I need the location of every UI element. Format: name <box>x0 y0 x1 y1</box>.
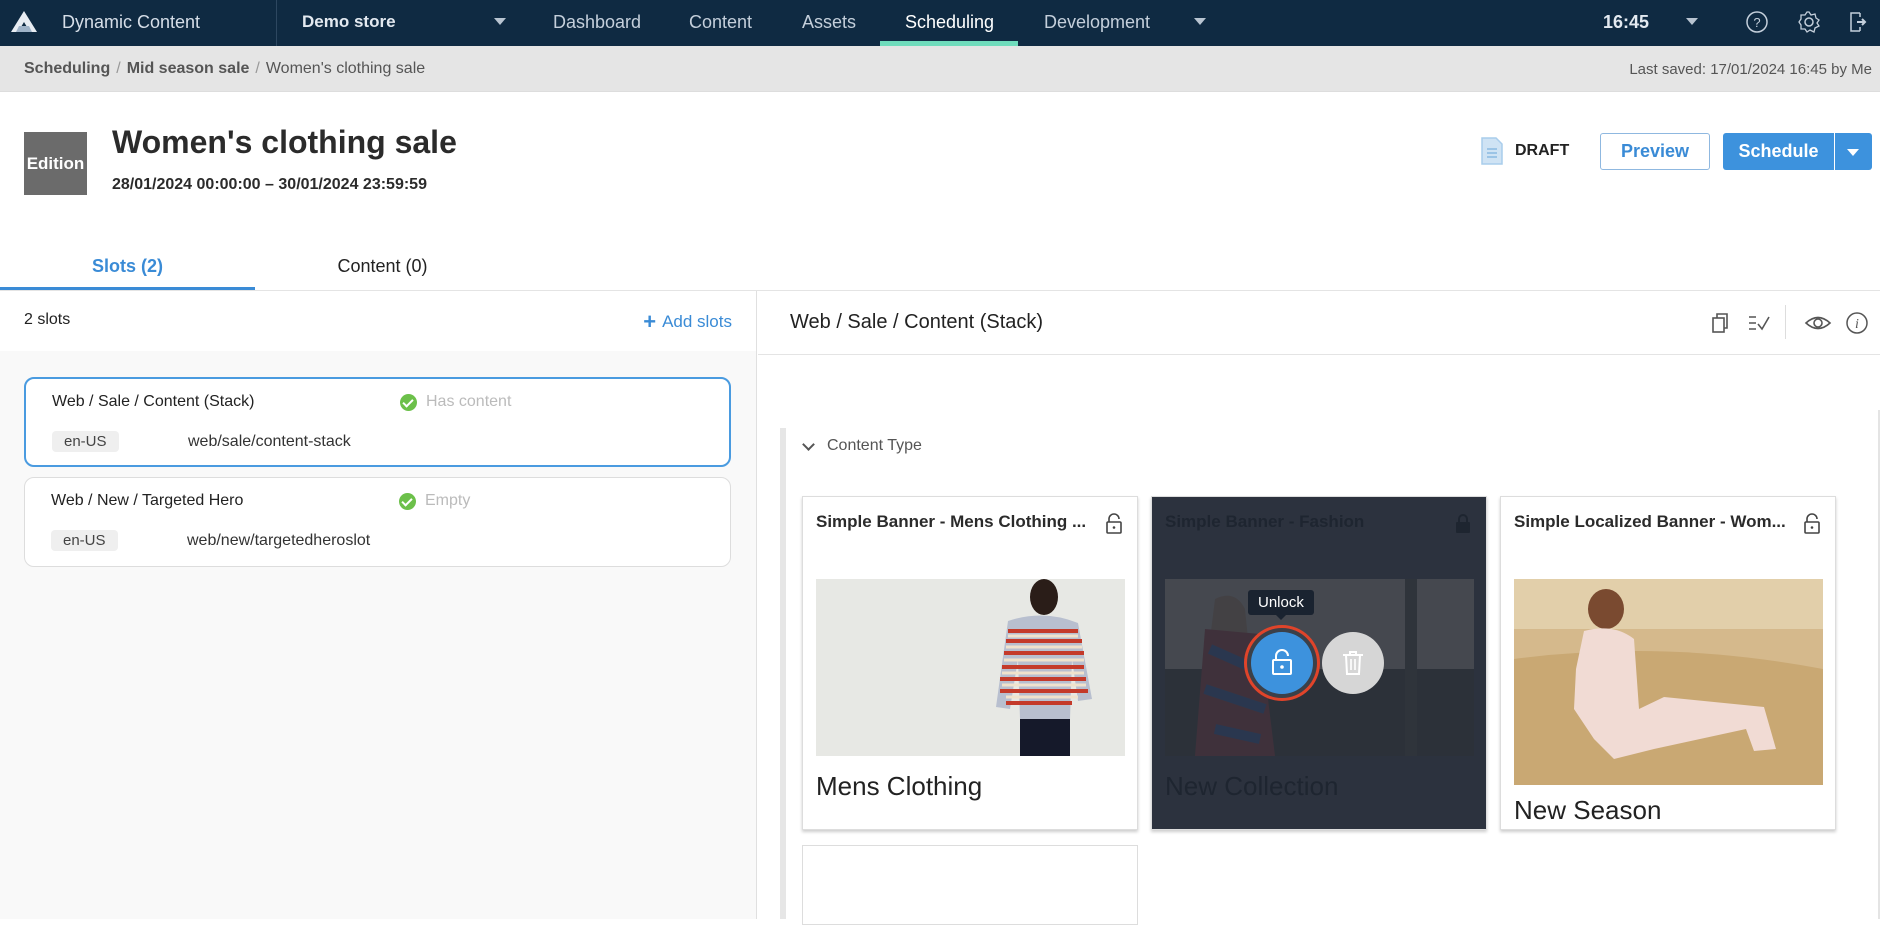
slot-status: Has content <box>400 393 511 411</box>
breadcrumb: Scheduling / Mid season sale / Women's cloth… <box>24 60 425 78</box>
info-icon[interactable]: i <box>1845 311 1869 335</box>
nav-assets[interactable]: Assets <box>802 12 856 33</box>
slot-name: Web / Sale / Content (Stack) <box>52 393 255 410</box>
check-circle-icon <box>399 492 416 510</box>
content-type-section-toggle[interactable]: Content Type <box>800 437 922 455</box>
add-slots-label: Add slots <box>662 312 732 331</box>
slot-key: web/new/targetedheroslot <box>187 532 371 549</box>
schedule-button[interactable]: Schedule <box>1723 133 1834 170</box>
slot-status: Empty <box>399 492 470 510</box>
unlock-button[interactable] <box>1251 632 1313 694</box>
plus-icon: + <box>643 309 657 334</box>
nav-content[interactable]: Content <box>689 12 752 33</box>
nav-scheduling[interactable]: Scheduling <box>905 12 994 33</box>
breadcrumb-current: Women's clothing sale <box>265 60 426 77</box>
amplience-logo-icon[interactable] <box>10 10 38 34</box>
editor-title: Web / Sale / Content (Stack) <box>790 311 1044 333</box>
nav-dashboard[interactable]: Dashboard <box>553 12 641 33</box>
slot-card[interactable]: Web / New / Targeted Hero Empty en-US we… <box>24 477 731 567</box>
slot-card[interactable]: Web / Sale / Content (Stack) Has content… <box>24 377 731 467</box>
slots-panel-header: 2 slots + Add slots <box>0 291 756 351</box>
nav-development[interactable]: Development <box>1044 12 1150 33</box>
slot-count: 2 slots <box>24 311 71 328</box>
locale-chip: en-US <box>52 431 119 452</box>
locked-icon[interactable] <box>1454 513 1472 535</box>
svg-text:?: ? <box>1753 15 1760 30</box>
chevron-down-icon <box>802 437 815 451</box>
slot-status-text: Has content <box>426 393 512 410</box>
breadcrumb-separator: / <box>116 60 121 77</box>
slot-key: web/sale/content-stack <box>188 433 351 450</box>
app-title: Dynamic Content <box>62 12 201 32</box>
unlocked-icon[interactable] <box>1105 513 1123 535</box>
svg-text:i: i <box>1855 317 1859 332</box>
card-caption: New Season <box>1514 795 1662 825</box>
add-slots-button[interactable]: + Add slots <box>643 309 732 335</box>
settings-icon[interactable] <box>1797 10 1821 34</box>
tab-content[interactable]: Content (0) <box>255 256 510 277</box>
logout-icon[interactable] <box>1846 10 1870 34</box>
content-card-locked[interactable]: Simple Banner - Fashion New Collection <box>1151 496 1487 830</box>
banner-image <box>816 579 1125 756</box>
unlock-icon <box>1272 649 1292 675</box>
slot-name: Web / New / Targeted Hero <box>51 492 244 509</box>
editor-header: Web / Sale / Content (Stack) i <box>758 291 1880 355</box>
stack-indent-bar <box>780 428 786 919</box>
date-separator: – <box>265 176 274 193</box>
unlocked-icon[interactable] <box>1803 513 1821 535</box>
page-title: Women's clothing sale <box>112 124 457 160</box>
breadcrumb-scheduling[interactable]: Scheduling <box>24 60 110 77</box>
validate-icon[interactable] <box>1746 311 1770 335</box>
copy-icon[interactable] <box>1708 311 1732 335</box>
status-badge: DRAFT <box>1515 142 1570 159</box>
check-circle-icon <box>400 393 417 411</box>
breadcrumb-mid-season-sale[interactable]: Mid season sale <box>127 60 250 77</box>
card-title: Simple Banner - Mens Clothing ... <box>816 512 1087 531</box>
clock-chevron-icon[interactable] <box>1686 18 1698 25</box>
edition-badge: Edition <box>24 132 87 195</box>
breadcrumb-bar: Scheduling / Mid season sale / Women's cloth… <box>0 46 1880 92</box>
schedule-options-button[interactable] <box>1835 133 1872 170</box>
card-title: Simple Localized Banner - Wom... <box>1514 512 1786 531</box>
banner-image <box>1514 579 1823 785</box>
card-caption: Mens Clothing <box>816 771 983 801</box>
preview-icon[interactable] <box>1804 311 1832 335</box>
card-caption: New Collection <box>1165 771 1339 801</box>
document-icon <box>1481 137 1503 165</box>
clock: 16:45 <box>1603 12 1650 32</box>
date-end: 30/01/2024 23:59:59 <box>278 176 427 193</box>
card-title: Simple Banner - Fashion <box>1165 512 1365 531</box>
divider <box>276 0 277 46</box>
content-type-label: Content Type <box>827 437 922 454</box>
divider <box>1785 305 1786 339</box>
trash-icon <box>1343 651 1363 675</box>
last-saved-text: Last saved: 17/01/2024 16:45 by Me <box>1629 61 1872 78</box>
unlock-tooltip: Unlock <box>1248 590 1314 620</box>
slots-panel: 2 slots + Add slots Web / Sale / Content … <box>0 291 757 919</box>
tab-slots[interactable]: Slots (2) <box>0 256 255 277</box>
date-range: 28/01/2024 00:00:00 – 30/01/2024 23:59:5… <box>112 176 427 194</box>
help-icon[interactable]: ? <box>1745 10 1769 34</box>
content-card[interactable]: Simple Localized Banner - Wom... New Sea… <box>1500 496 1836 830</box>
breadcrumb-separator: / <box>255 60 260 77</box>
delete-button[interactable] <box>1322 632 1384 694</box>
date-start: 28/01/2024 00:00:00 <box>112 176 261 193</box>
locale-chip: en-US <box>51 530 118 551</box>
store-selector[interactable]: Demo store <box>302 12 396 32</box>
top-nav-bar: Dynamic Content Demo store Dashboard Con… <box>0 0 1880 46</box>
chevron-down-icon[interactable] <box>494 18 506 25</box>
add-content-card[interactable] <box>802 845 1138 925</box>
more-nav-chevron-icon[interactable] <box>1194 18 1206 25</box>
content-card[interactable]: Simple Banner - Mens Clothing ... Mens C… <box>802 496 1138 830</box>
preview-button[interactable]: Preview <box>1600 133 1710 170</box>
slot-status-text: Empty <box>425 492 471 509</box>
